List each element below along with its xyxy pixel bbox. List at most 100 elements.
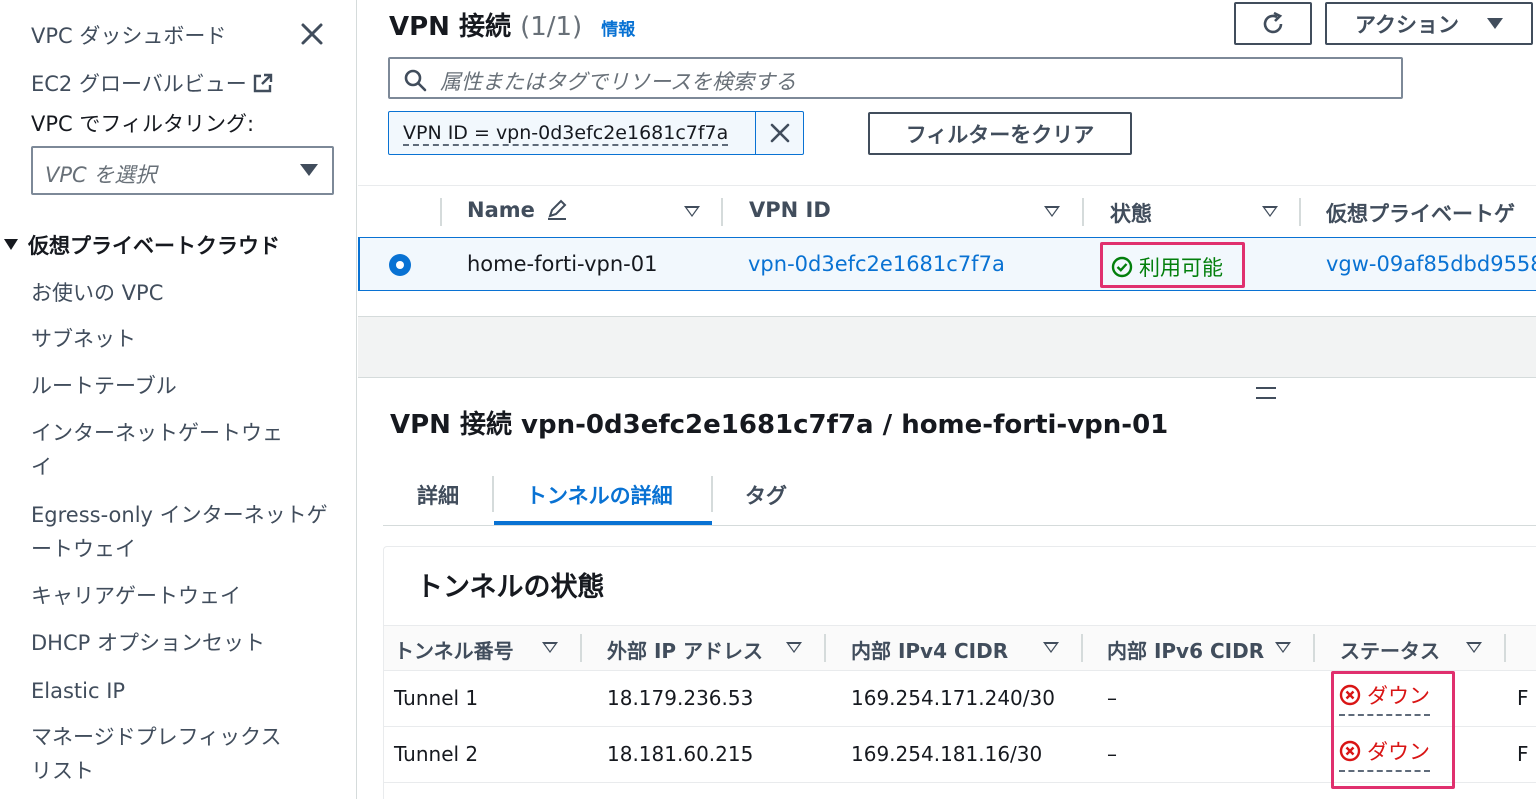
actions-button[interactable]: アクション xyxy=(1325,2,1533,45)
sort-icon[interactable] xyxy=(786,642,802,653)
ipv6-cidr: – xyxy=(1107,742,1117,766)
remove-filter-button[interactable] xyxy=(755,112,804,154)
search-icon xyxy=(404,69,427,92)
column-header-label: Name xyxy=(467,198,535,222)
column-divider xyxy=(1504,634,1506,662)
active-tab-indicator xyxy=(494,521,712,525)
sidebar-item-carrier-gateways[interactable]: キャリアゲートウェイ xyxy=(31,579,331,613)
filter-token[interactable]: VPN ID = vpn-0d3efc2e1681c7f7a xyxy=(388,111,804,155)
column-header-state[interactable]: 状態 xyxy=(1110,198,1152,228)
status-highlight-box xyxy=(1331,671,1455,789)
column-header-status[interactable]: ステータス xyxy=(1340,635,1440,664)
ipv4-cidr: 169.254.171.240/30 xyxy=(851,686,1055,710)
sort-icon[interactable] xyxy=(1275,642,1291,653)
page-title-count: (1/1) xyxy=(520,12,583,42)
row-vgw-link[interactable]: vgw-09af85dbd9558 xyxy=(1326,252,1536,276)
column-header-vpn-id[interactable]: VPN ID xyxy=(749,198,831,222)
check-circle-icon xyxy=(1111,256,1133,278)
sidebar-item-internet-gateways[interactable]: インターネットゲートウェイ xyxy=(31,416,301,484)
vpc-filter-label: VPC でフィルタリング: xyxy=(31,112,255,136)
vpc-select[interactable]: VPC を選択 xyxy=(31,146,334,195)
sort-icon[interactable] xyxy=(1043,642,1059,653)
tab-divider xyxy=(711,476,713,512)
sidebar-section-vpc[interactable]: 仮想プライベートクラウド xyxy=(4,230,280,260)
page-title-text: VPN 接続 xyxy=(389,12,511,42)
caret-down-icon xyxy=(4,239,18,250)
sort-icon[interactable] xyxy=(542,642,558,653)
status-label: 利用可能 xyxy=(1139,256,1223,280)
info-link[interactable]: 情報 xyxy=(601,20,635,40)
panel-title: トンネルの状態 xyxy=(416,572,605,603)
sidebar-item-managed-prefix-lists[interactable]: マネージドプレフィックスリスト xyxy=(31,720,301,788)
extra-column-value: F xyxy=(1517,686,1529,710)
row-name: home-forti-vpn-01 xyxy=(467,252,658,276)
detail-title: VPN 接続 vpn-0d3efc2e1681c7f7a / home-fort… xyxy=(390,410,1169,440)
outside-ip: 18.179.236.53 xyxy=(607,686,754,710)
tab-tunnel-details[interactable]: トンネルの詳細 xyxy=(526,480,673,510)
tunnel-number: Tunnel 1 xyxy=(394,686,479,710)
tab-tags[interactable]: タグ xyxy=(745,480,787,510)
sidebar-item-dhcp-option-sets[interactable]: DHCP オプションセット xyxy=(31,626,331,660)
sort-icon[interactable] xyxy=(1262,206,1278,217)
close-icon[interactable] xyxy=(300,22,324,46)
vpn-table-header: Name VPN ID 状態 仮想プライベートゲ xyxy=(358,185,1536,237)
sidebar-link-ec2-global-view[interactable]: EC2 グローバルビュー xyxy=(31,68,273,98)
sort-icon[interactable] xyxy=(1044,206,1060,217)
column-divider xyxy=(1313,634,1315,662)
column-header-vgw[interactable]: 仮想プライベートゲ xyxy=(1326,198,1515,228)
outside-ip: 18.181.60.215 xyxy=(607,742,754,766)
sidebar-link-label: EC2 グローバルビュー xyxy=(31,72,247,96)
search-placeholder: 属性またはタグでリソースを検索する xyxy=(440,70,796,94)
column-header-ipv4-cidr[interactable]: 内部 IPv4 CIDR xyxy=(851,635,1008,664)
refresh-button[interactable] xyxy=(1234,2,1312,45)
tunnel-table-header: トンネル番号 外部 IP アドレス 内部 IPv4 CIDR 内部 IPv6 C… xyxy=(384,625,1536,671)
sidebar-item-your-vpcs[interactable]: お使いの VPC xyxy=(31,276,331,310)
page-title: VPN 接続 (1/1) 情報 xyxy=(389,6,635,43)
sidebar-link-vpc-dashboard[interactable]: VPC ダッシュボード xyxy=(31,20,226,50)
tab-divider xyxy=(492,476,494,512)
sidebar-item-subnets[interactable]: サブネット xyxy=(31,322,331,356)
status-badge: 利用可能 xyxy=(1100,242,1245,288)
caret-down-icon xyxy=(300,164,318,176)
drag-handle-icon[interactable] xyxy=(1256,387,1276,399)
column-header-outside-ip[interactable]: 外部 IP アドレス xyxy=(607,635,763,664)
close-icon xyxy=(770,123,790,143)
ipv6-cidr: – xyxy=(1107,686,1117,710)
column-divider xyxy=(1082,198,1084,226)
tunnel-number: Tunnel 2 xyxy=(394,742,479,766)
caret-down-icon xyxy=(1486,18,1503,29)
actions-button-label: アクション xyxy=(1355,13,1459,37)
clear-filters-button[interactable]: フィルターをクリア xyxy=(868,112,1132,155)
column-divider xyxy=(440,198,442,226)
filter-token-label: VPN ID = vpn-0d3efc2e1681c7f7a xyxy=(403,122,729,146)
table-row[interactable]: home-forti-vpn-01 vpn-0d3efc2e1681c7f7a … xyxy=(358,237,1536,291)
status-available: 利用可能 xyxy=(1111,252,1223,282)
column-divider xyxy=(1081,634,1083,662)
sort-icon[interactable] xyxy=(1466,642,1482,653)
detail-tabs: 詳細 トンネルの詳細 タグ xyxy=(383,470,1536,526)
refresh-icon xyxy=(1263,11,1283,33)
tab-details[interactable]: 詳細 xyxy=(417,480,459,510)
extra-column-value: F xyxy=(1517,742,1529,766)
column-header-ipv6-cidr[interactable]: 内部 IPv6 CIDR xyxy=(1107,635,1264,664)
vpc-select-placeholder: VPC を選択 xyxy=(45,163,157,187)
edit-icon xyxy=(548,199,567,220)
split-panel-divider[interactable] xyxy=(358,316,1536,378)
search-input[interactable]: 属性またはタグでリソースを検索する xyxy=(388,57,1403,99)
sidebar-item-elastic-ip[interactable]: Elastic IP xyxy=(31,674,331,708)
external-link-icon xyxy=(253,73,273,93)
row-vpn-id-link[interactable]: vpn-0d3efc2e1681c7f7a xyxy=(748,252,1005,276)
column-header-name[interactable]: Name xyxy=(467,198,568,222)
column-divider xyxy=(824,634,826,662)
sort-icon[interactable] xyxy=(684,206,700,217)
column-divider xyxy=(580,634,582,662)
column-header-tunnel-number[interactable]: トンネル番号 xyxy=(394,635,514,664)
sidebar-section-label: 仮想プライベートクラウド xyxy=(28,234,280,258)
ipv4-cidr: 169.254.181.16/30 xyxy=(851,742,1043,766)
column-divider xyxy=(1299,198,1301,226)
row-radio[interactable] xyxy=(389,254,411,276)
sidebar-item-egress-only-igw[interactable]: Egress-only インターネットゲートウェイ xyxy=(31,498,331,566)
column-divider xyxy=(721,198,723,226)
sidebar-item-route-tables[interactable]: ルートテーブル xyxy=(31,369,331,403)
sidebar: VPC ダッシュボード EC2 グローバルビュー VPC でフィルタリング: V… xyxy=(0,0,357,799)
